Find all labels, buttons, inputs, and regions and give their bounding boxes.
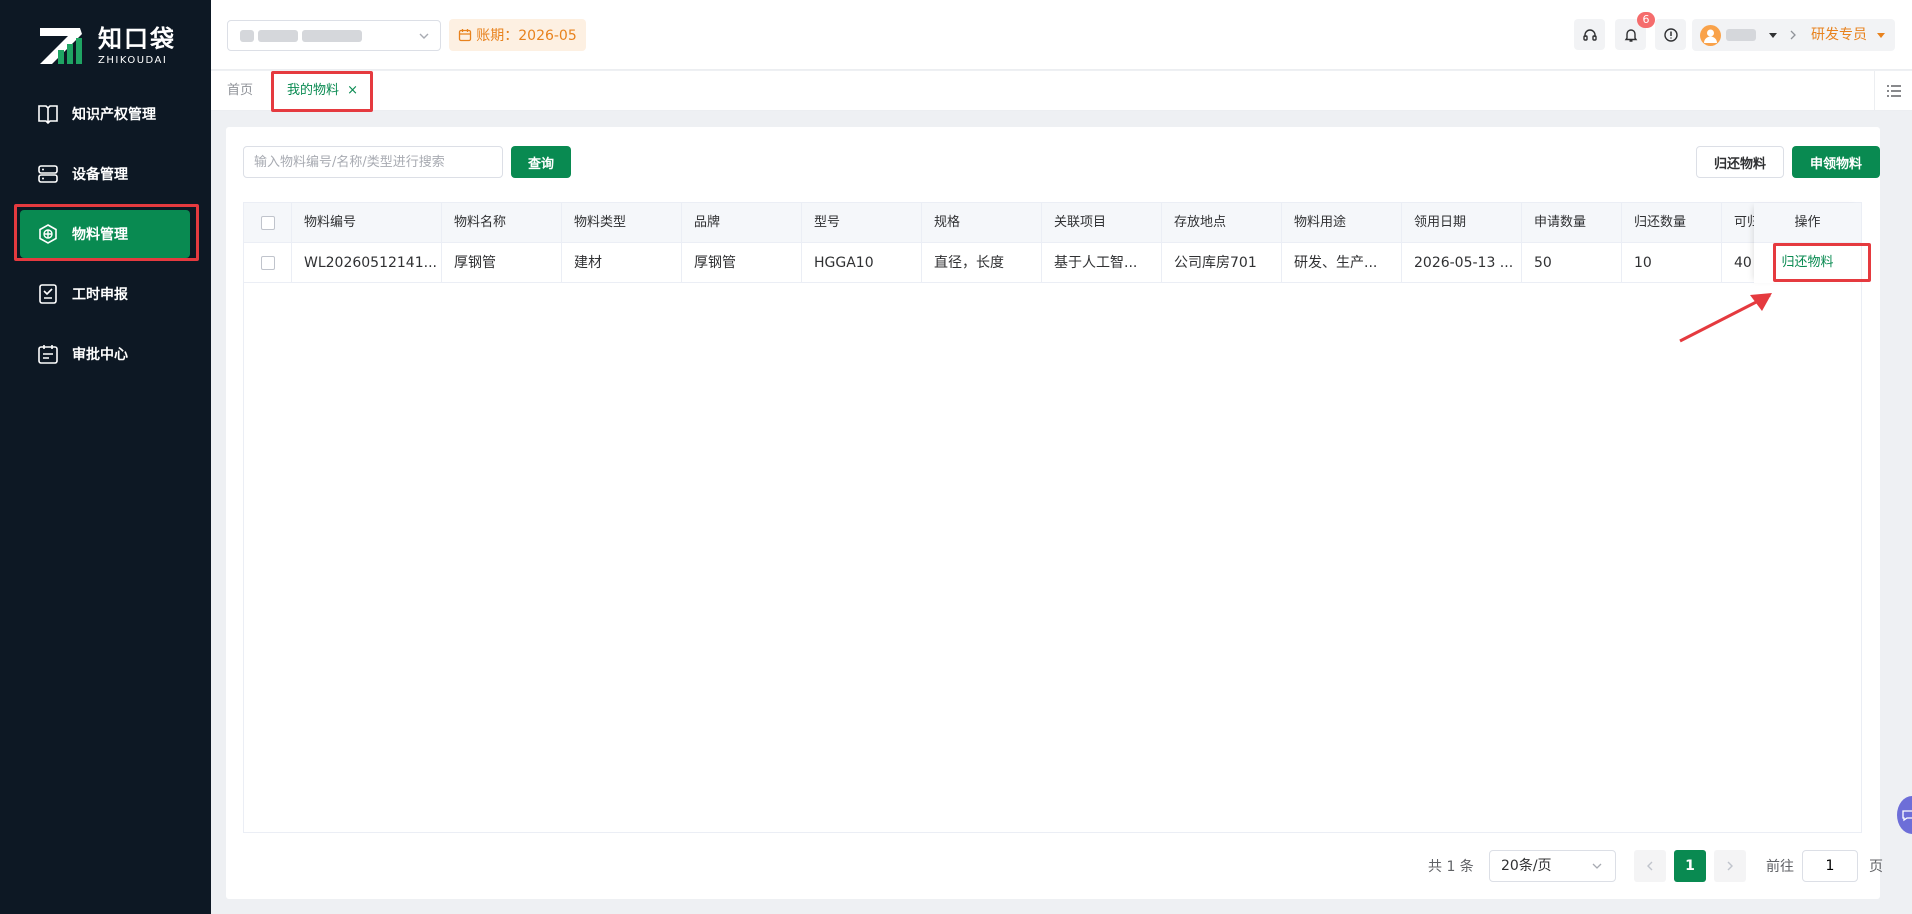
accounting-period-badge: 账期：2026-05 [449,19,586,51]
chat-float-button[interactable] [1897,796,1912,834]
table-cell: 50 [1522,243,1622,283]
sidebar-item-ip-management[interactable]: 知识产权管理 [20,90,190,138]
sidebar-item-label: 工时申报 [72,287,128,303]
calendar-icon [459,29,472,42]
search-button[interactable]: 查询 [511,146,571,178]
table-cell: WL20260512141... [292,243,442,283]
next-page-button[interactable] [1714,850,1746,882]
chevron-right-icon [1727,861,1733,871]
logo-text: 知口袋 [98,25,176,53]
blurred-company-name [302,30,362,42]
pagination-total: 共 1 条 [1428,859,1474,875]
notification-badge: 6 [1637,12,1655,28]
caret-down-icon [1877,33,1885,38]
table-cell: 厚钢管 [442,243,562,283]
search-input[interactable] [243,146,503,178]
tab-menu-button[interactable] [1874,71,1912,111]
sidebar: 知口袋 ZHIKOUDAI 知识产权管理 设备管理 物料管理 工时申报 审批中心 [0,0,211,914]
page-suffix-label: 页 [1869,859,1883,875]
annotation-arrow-icon [1679,293,1772,343]
blurred-company-name [258,30,298,42]
sidebar-item-timesheet[interactable]: 工时申报 [20,270,190,318]
table-cell: 公司库房701 [1162,243,1282,283]
table-cell: 研发、生产... [1282,243,1402,283]
clock-icon [39,284,57,304]
column-header[interactable]: 存放地点 [1162,203,1282,243]
column-header[interactable]: 领用日期 [1402,203,1522,243]
table-cell: 厚钢管 [682,243,802,283]
table-cell: 基于人工智... [1042,243,1162,283]
header-checkbox-cell [244,203,292,243]
highlight-box-sidebar [14,204,199,261]
company-select[interactable] [227,20,441,51]
column-header[interactable]: 型号 [802,203,922,243]
column-header[interactable]: 归还数量 [1622,203,1722,243]
table-cell: 建材 [562,243,682,283]
page-size-value: 20条/页 [1501,858,1552,874]
info-button[interactable] [1655,19,1686,50]
blurred-username [1726,29,1756,41]
row-checkbox[interactable] [261,256,275,270]
user-icon [1704,29,1717,43]
row-checkbox-cell [244,243,292,283]
logo-mark-icon [40,28,82,64]
table-cell: 2026-05-13 ... [1402,243,1522,283]
chevron-left-icon [1647,861,1653,871]
sidebar-item-label: 设备管理 [72,167,128,183]
highlight-box-tab [271,71,373,112]
return-material-button[interactable]: 归还物料 [1696,146,1784,178]
top-header: 账期：2026-05 6 研发专员 [211,0,1912,70]
user-menu[interactable]: 研发专员 [1692,19,1895,51]
book-icon [38,105,58,125]
page-size-select[interactable]: 20条/页 [1489,850,1616,882]
page-number-button[interactable]: 1 [1674,850,1706,882]
alert-circle-icon [1663,27,1678,42]
column-header[interactable]: 物料名称 [442,203,562,243]
avatar [1700,25,1721,46]
goto-page-input[interactable] [1802,850,1858,882]
table-header: 物料编号 物料名称 物料类型 品牌 型号 规格 关联项目 存放地点 物料用途 领… [244,203,1861,243]
main-panel: 查询 归还物料 申领物料 物料编号 物料名称 物料类型 品牌 型号 规格 关联项… [226,127,1883,899]
tab-bar: 首页 我的物料 × [211,71,1912,111]
list-icon [1886,85,1901,97]
sidebar-item-label: 知识产权管理 [72,107,156,123]
role-label[interactable]: 研发专员 [1811,19,1867,51]
column-header[interactable]: 规格 [922,203,1042,243]
logo-subtitle: ZHIKOUDAI [98,55,168,66]
table-cell: HGGA10 [802,243,922,283]
sidebar-item-label: 审批中心 [72,347,128,363]
materials-table: 物料编号 物料名称 物料类型 品牌 型号 规格 关联项目 存放地点 物料用途 领… [243,202,1862,833]
chat-icon [1902,810,1912,822]
table-cell: 直径，长度 [922,243,1042,283]
blurred-company-name [240,30,254,42]
prev-page-button[interactable] [1634,850,1666,882]
caret-down-icon [1769,33,1777,38]
logo: 知口袋 ZHIKOUDAI [38,24,188,68]
tab-home[interactable]: 首页 [227,71,253,111]
server-icon [38,165,58,183]
select-all-checkbox[interactable] [261,216,275,230]
column-header[interactable]: 申请数量 [1522,203,1622,243]
column-header[interactable]: 物料编号 [292,203,442,243]
bell-icon [1624,28,1637,42]
column-header[interactable]: 物料用途 [1282,203,1402,243]
chevron-down-icon [1592,863,1602,869]
column-header-action: 操作 [1754,203,1861,243]
chevron-down-icon [419,33,429,39]
table-row: WL20260512141... 厚钢管 建材 厚钢管 HGGA10 直径，长度… [244,243,1861,283]
column-header[interactable]: 品牌 [682,203,802,243]
goto-label: 前往 [1766,859,1794,875]
sidebar-item-equipment[interactable]: 设备管理 [20,150,190,198]
column-header[interactable]: 关联项目 [1042,203,1162,243]
support-button[interactable] [1574,19,1605,50]
chevron-right-icon [1790,30,1796,40]
headset-icon [1582,28,1597,41]
calendar-check-icon [38,345,58,364]
sidebar-item-approval[interactable]: 审批中心 [20,330,190,378]
period-text: 账期：2026-05 [476,28,577,44]
column-header[interactable]: 物料类型 [562,203,682,243]
apply-material-button[interactable]: 申领物料 [1792,146,1880,178]
